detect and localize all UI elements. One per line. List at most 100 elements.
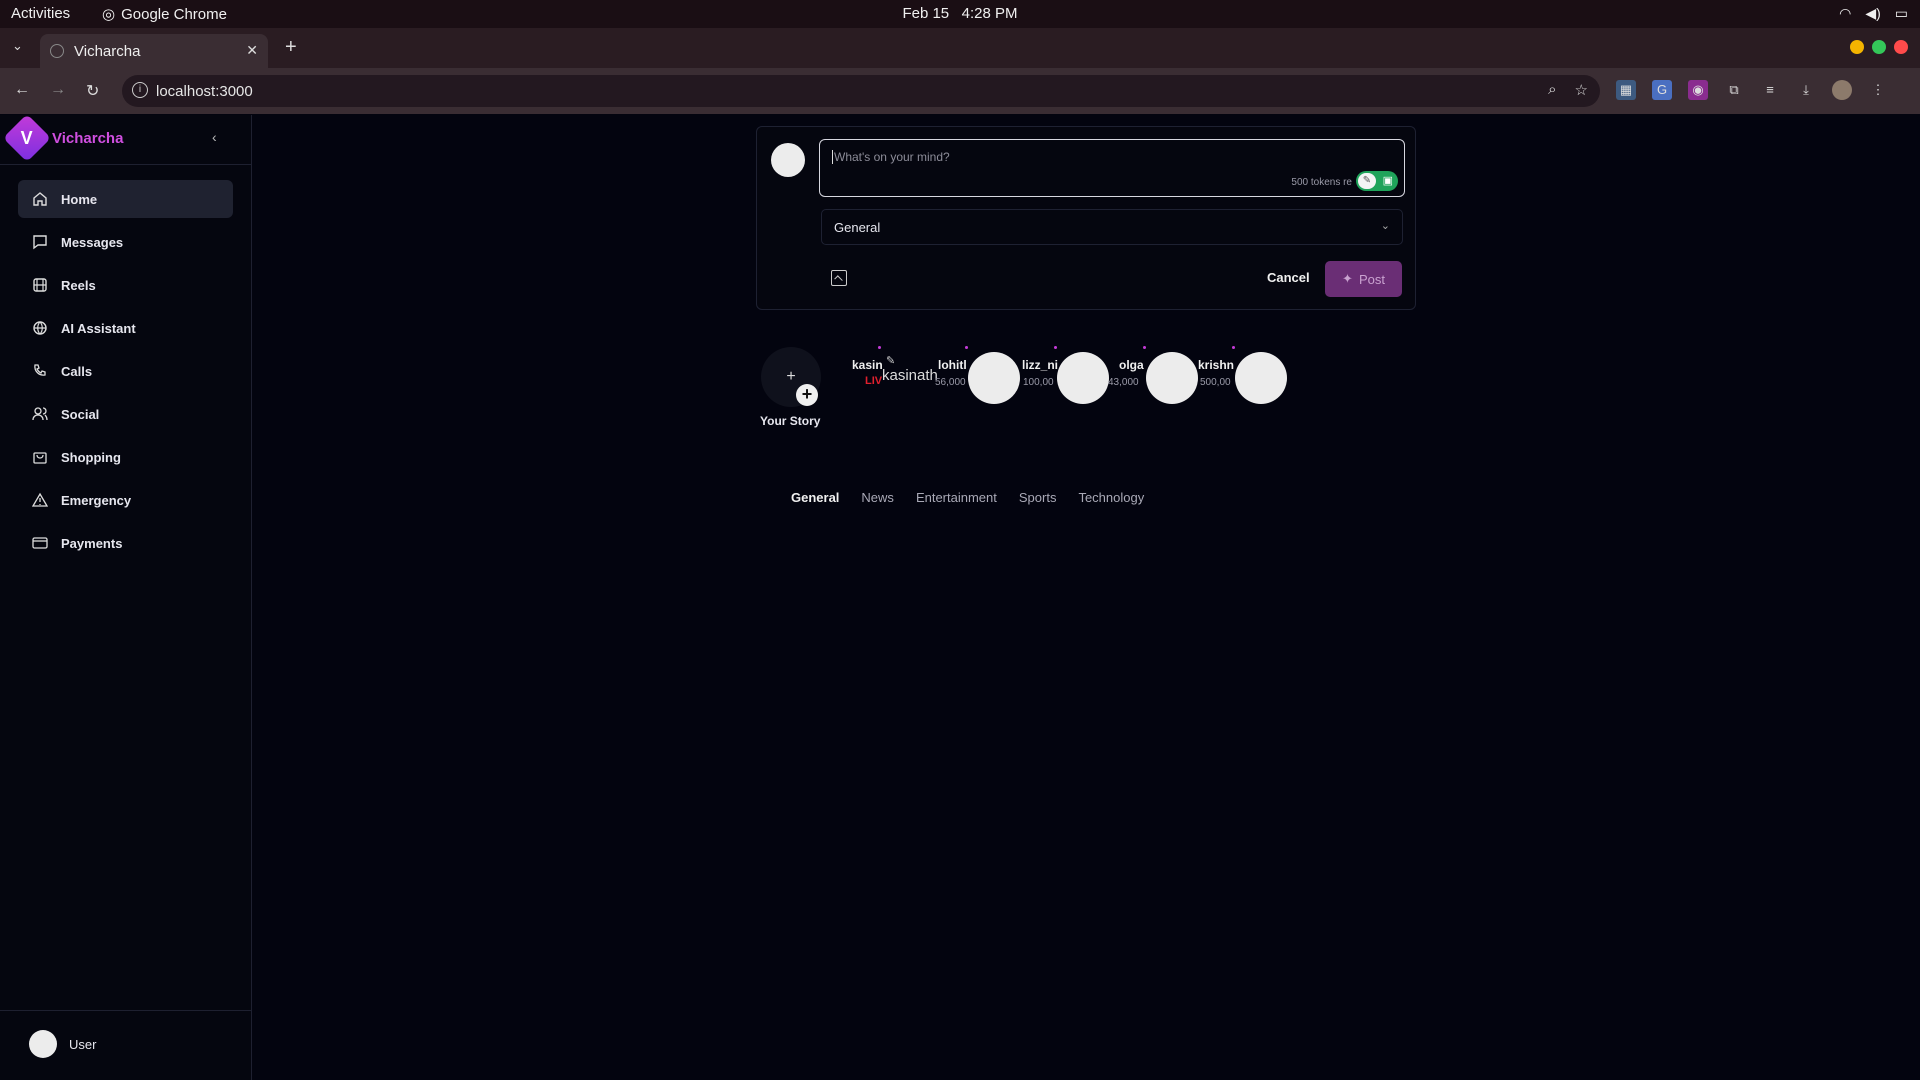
tab-general[interactable]: General	[791, 490, 839, 505]
story-avatar	[1235, 352, 1287, 404]
story-indicator	[1232, 346, 1235, 349]
story-name: krishn	[1198, 358, 1235, 372]
sparkle-icon: ✦	[1342, 271, 1353, 286]
bot-icon: ▣	[1382, 175, 1393, 187]
sidebar-item-label: Reels	[61, 277, 96, 293]
tab-entertainment[interactable]: Entertainment	[916, 490, 997, 505]
zoom-icon[interactable]: ⌕	[1548, 81, 1556, 99]
brand-logo: V	[2, 113, 52, 163]
divider	[0, 1010, 252, 1011]
category-select[interactable]: General ⌄	[821, 209, 1403, 245]
collapse-sidebar-button[interactable]: ‹	[212, 129, 217, 145]
extension-icon[interactable]: ▦	[1616, 80, 1636, 100]
tab-sports[interactable]: Sports	[1019, 490, 1057, 505]
maximize-button[interactable]	[1872, 40, 1886, 54]
user-profile[interactable]: User	[29, 1030, 96, 1058]
avatar	[771, 143, 805, 177]
forward-button[interactable]: →	[50, 81, 66, 99]
media-controls-icon[interactable]: ≡	[1760, 80, 1780, 100]
message-icon	[33, 235, 47, 250]
sidebar-item-ai-assistant[interactable]: AI Assistant	[18, 309, 233, 347]
download-icon[interactable]: ⤓	[1796, 80, 1816, 100]
post-placeholder: What's on your mind?	[832, 150, 950, 164]
story-indicator	[1143, 346, 1146, 349]
sidebar-nav: Home Messages Reels AI Assistant Calls S…	[18, 180, 233, 567]
puzzle-icon[interactable]: ⧉	[1724, 80, 1744, 100]
post-textarea[interactable]: What's on your mind? 500 tokens re ✎ ▣	[819, 139, 1405, 197]
alert-triangle-icon	[32, 492, 48, 507]
address-bar[interactable]: i localhost:3000 ⌕ ☆	[122, 75, 1600, 107]
avatar	[29, 1030, 57, 1058]
divider	[0, 164, 252, 165]
sidebar: V Vicharcha ‹ Home Messages Reels AI Ass…	[0, 113, 252, 1080]
reload-button[interactable]: ↻	[86, 81, 99, 101]
sidebar-item-label: AI Assistant	[61, 320, 136, 336]
back-button[interactable]: ←	[14, 81, 30, 99]
story-overlay-name: kasinath	[882, 367, 938, 384]
feed-tabs: General News Entertainment Sports Techno…	[791, 490, 1144, 505]
story-name: olga	[1119, 358, 1144, 372]
post-button-label: Post	[1358, 271, 1385, 287]
battery-icon: ▭	[1894, 5, 1908, 21]
extension-icon[interactable]: ◉	[1688, 80, 1708, 100]
category-value: General	[834, 219, 881, 235]
cancel-button[interactable]: Cancel	[1267, 270, 1310, 285]
translate-extension-icon[interactable]: G	[1652, 80, 1672, 100]
ai-toggle[interactable]: ✎ ▣	[1356, 171, 1398, 191]
system-tray[interactable]: ◠ ◀) ▭	[1839, 5, 1908, 22]
sidebar-item-payments[interactable]: Payments	[18, 524, 233, 562]
home-icon	[33, 192, 47, 206]
credit-card-icon	[32, 537, 48, 549]
globe-icon	[50, 44, 64, 58]
sidebar-item-label: Social	[61, 406, 100, 422]
wifi-icon: ◠	[1839, 5, 1852, 21]
profile-avatar[interactable]	[1832, 80, 1852, 100]
story-avatar	[1146, 352, 1198, 404]
tab-technology[interactable]: Technology	[1078, 490, 1144, 505]
story-name: lohitl	[938, 358, 967, 372]
story-indicator	[1054, 346, 1057, 349]
sidebar-item-home[interactable]: Home	[18, 180, 233, 218]
story-count: 56,000	[935, 377, 966, 388]
sidebar-item-shopping[interactable]: Shopping	[18, 438, 233, 476]
live-badge: LIV	[865, 375, 883, 387]
sidebar-item-reels[interactable]: Reels	[18, 266, 233, 304]
clock[interactable]: Feb 15 4:28 PM	[0, 5, 1920, 22]
user-name: User	[69, 1036, 97, 1052]
sidebar-item-label: Messages	[61, 234, 124, 250]
globe-icon	[33, 321, 47, 335]
sidebar-item-messages[interactable]: Messages	[18, 223, 233, 261]
browser-toolbar: ← → ↻ i localhost:3000 ⌕ ☆ ▦ G ◉ ⧉ ≡ ⤓ ⋮	[0, 68, 1920, 114]
sidebar-item-social[interactable]: Social	[18, 395, 233, 433]
story-count: 500,00	[1200, 377, 1231, 388]
your-story-label: Your Story	[760, 414, 821, 428]
post-button[interactable]: ✦ Post	[1325, 261, 1402, 297]
site-info-icon[interactable]: i	[132, 82, 148, 98]
post-composer: What's on your mind? 500 tokens re ✎ ▣ G…	[756, 126, 1416, 310]
os-top-bar: Activities ◎ Google Chrome Feb 15 4:28 P…	[0, 0, 1920, 28]
close-tab-icon[interactable]: ✕	[246, 42, 258, 59]
add-story-icon[interactable]: +	[796, 384, 818, 406]
sidebar-item-calls[interactable]: Calls	[18, 352, 233, 390]
tab-news[interactable]: News	[861, 490, 894, 505]
story-indicator	[878, 346, 881, 349]
clock-time: 4:28 PM	[961, 5, 1018, 22]
volume-icon: ◀)	[1865, 5, 1881, 21]
image-upload-icon[interactable]	[831, 270, 847, 286]
browser-tab[interactable]: Vicharcha ✕	[40, 34, 268, 68]
sidebar-item-label: Payments	[61, 535, 123, 551]
tab-search-button[interactable]: ⌄	[12, 38, 23, 54]
close-window-button[interactable]	[1894, 40, 1908, 54]
pen-icon: ✎	[1358, 173, 1376, 189]
sidebar-item-emergency[interactable]: Emergency	[18, 481, 233, 519]
brand[interactable]: V Vicharcha	[2, 113, 123, 163]
new-tab-button[interactable]: +	[285, 36, 297, 59]
your-story-button[interactable]: + +	[761, 347, 821, 407]
film-icon	[33, 278, 47, 292]
window-controls	[1850, 40, 1908, 54]
more-menu-icon[interactable]: ⋮	[1868, 80, 1888, 100]
bookmark-star-icon[interactable]: ☆	[1575, 81, 1588, 99]
tokens-remaining: 500 tokens re	[1291, 177, 1352, 188]
story-name: lizz_ni	[1022, 358, 1059, 372]
minimize-button[interactable]	[1850, 40, 1864, 54]
